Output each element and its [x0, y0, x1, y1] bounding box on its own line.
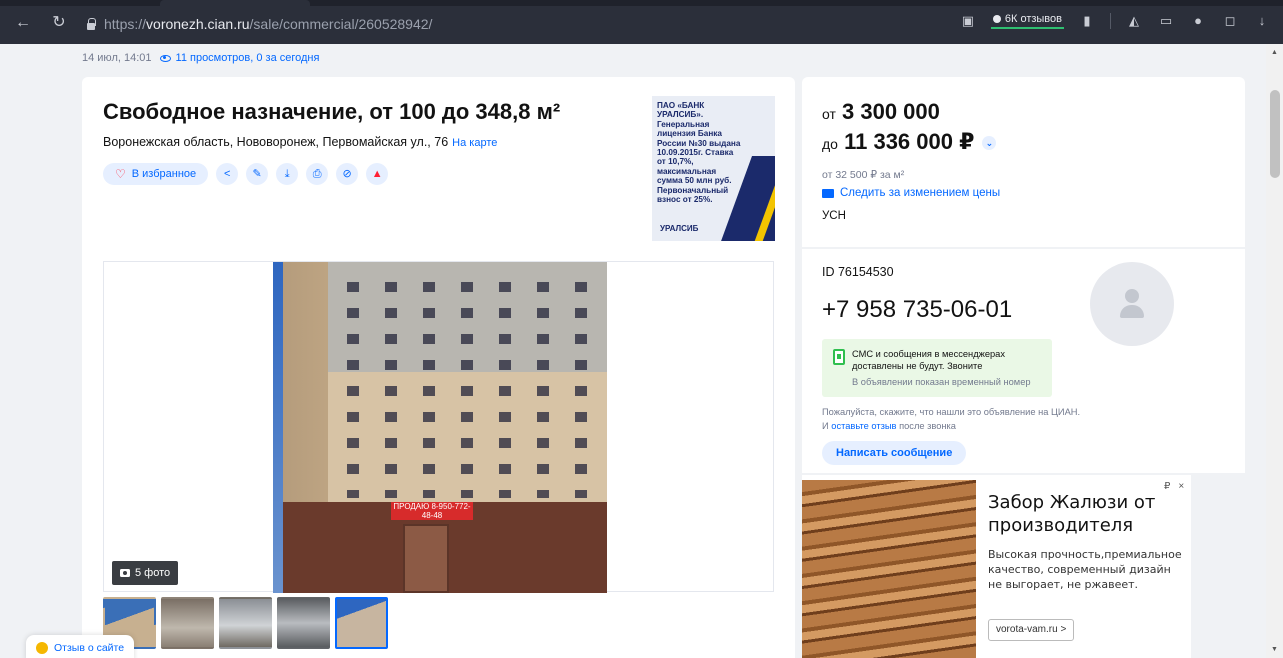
address-bar[interactable]: https://voronezh.cian.ru/sale/commercial… — [86, 14, 432, 34]
heart-icon: ♡ — [115, 167, 126, 181]
profile-icon[interactable]: ◭ — [1125, 12, 1143, 30]
listing-card: Свободное назначение, от 100 до 348,8 м²… — [82, 77, 795, 658]
url-host: voronezh.cian.ru — [146, 16, 250, 32]
thumbnail[interactable] — [161, 597, 214, 649]
thumbnail[interactable] — [219, 597, 272, 649]
download-icon[interactable]: ⤓ — [276, 163, 299, 185]
thumbnail-strip — [103, 597, 388, 649]
map-link[interactable]: На карте — [452, 137, 497, 149]
separator — [1110, 13, 1111, 29]
thumbnail[interactable] — [277, 597, 330, 649]
page-title: Свободное назначение, от 100 до 348,8 м² — [103, 99, 561, 124]
photo-count-button[interactable]: 5 фото — [112, 561, 179, 585]
url-path: /sale/commercial/260528942/ — [249, 16, 433, 32]
price-per-meter: от 32 500 ₽ за м² — [822, 169, 905, 181]
mention-tail: после звонка — [899, 421, 956, 431]
url-prefix: https:// — [104, 16, 147, 32]
reload-icon[interactable]: ↻ — [50, 14, 68, 32]
hide-icon[interactable]: ⊘ — [336, 163, 359, 185]
lock-icon — [86, 18, 96, 30]
agent-id: ID 76154530 — [822, 265, 894, 279]
follow-price-link[interactable]: Следить за изменением цены — [822, 187, 1000, 199]
reader-icon[interactable]: ▭ — [1157, 12, 1175, 30]
reviews-badge[interactable]: 6К отзывов — [990, 13, 1064, 29]
address-text: Воронежская область, Нововоронеж, Первом… — [103, 135, 449, 149]
promo-ad[interactable]: ₽ × Забор Жалюзи от производителя Высокая… — [802, 475, 1191, 658]
extension-icons: ▣ 6К отзывов ▮ ◭ ▭ ● ◻ ↓ — [959, 12, 1271, 30]
edit-icon[interactable]: ✎ — [246, 163, 269, 185]
promo-image[interactable] — [802, 480, 976, 658]
bank-logo: УРАЛСИБ — [660, 224, 699, 233]
avatar-head — [1125, 289, 1139, 303]
reviews-dot-icon — [992, 15, 1001, 23]
views-link[interactable]: 11 просмотров, 0 за сегодня — [159, 52, 320, 64]
browser-toolbar: ← ↻ https://voronezh.cian.ru/sale/commer… — [0, 0, 1283, 44]
avatar-body — [1120, 305, 1144, 318]
downloads-icon[interactable]: ↓ — [1253, 12, 1271, 30]
promo-title[interactable]: Забор Жалюзи от производителя — [988, 491, 1191, 537]
camera-icon — [120, 569, 130, 577]
url-text[interactable]: https://voronezh.cian.ru/sale/commercial… — [104, 16, 432, 32]
promo-site-button[interactable]: vorota-vam.ru > — [988, 619, 1075, 641]
bookmark-icon[interactable]: ▮ — [1078, 12, 1096, 30]
contact-card: ID 76154530 +7 958 735-06-01 СМС и сообщ… — [802, 249, 1245, 473]
address: Воронежская область, Нововоронеж, Первом… — [103, 135, 497, 149]
price-from-prefix: от — [822, 106, 836, 122]
views-count: 11 просмотров, 0 за сегодня — [175, 52, 320, 64]
back-icon[interactable]: ← — [14, 14, 32, 32]
photo-count-label: 5 фото — [135, 567, 171, 579]
sms-notice-text: СМС и сообщения в мессенджерах доставлен… — [852, 349, 1005, 371]
scroll-thumb[interactable] — [1270, 90, 1280, 178]
vpn-icon[interactable]: ● — [1189, 12, 1207, 30]
complaint-icon[interactable]: ▲ — [366, 163, 389, 185]
photo-sale-sign: ПРОДАЮ 8-950-772-48-48 — [391, 502, 473, 520]
photo-windows — [333, 268, 603, 498]
sms-notice-note: В объявлении показан временный номер — [852, 377, 1031, 387]
favorite-label: В избранное — [131, 168, 197, 180]
price-card: от 3 300 000 до 11 336 000 ₽ ⌄ от 32 500 … — [802, 77, 1245, 247]
main-photo[interactable]: ПРОДАЮ 8-950-772-48-48 — [273, 262, 607, 593]
print-icon[interactable]: ⎙ — [306, 163, 329, 185]
page-content: 14 июл, 14:01 11 просмотров, 0 за сегодн… — [0, 44, 1266, 658]
promo-description: Высокая прочность,премиальное качество, … — [988, 548, 1182, 591]
bank-ad-text: ПАО «БАНК УРАЛСИБ». Генеральная лицензия… — [657, 101, 741, 205]
action-bar: ♡ В избранное < ✎ ⤓ ⎙ ⊘ ▲ — [103, 163, 389, 185]
chat-icon[interactable]: ◻ — [1221, 12, 1239, 30]
sms-notice: СМС и сообщения в мессенджерах доставлен… — [822, 339, 1052, 397]
mention-cian-text: Пожалуйста, скажите, что нашли это объяв… — [822, 405, 1082, 433]
price-from: от 3 300 000 — [822, 99, 940, 125]
avatar-icon — [1090, 262, 1174, 346]
mail-icon — [822, 188, 834, 198]
extension-icon[interactable]: ▣ — [959, 12, 977, 30]
price-from-value: 3 300 000 — [842, 99, 940, 124]
scrollbar[interactable]: ▲ ▼ — [1266, 44, 1283, 658]
feedback-label: Отзыв о сайте — [54, 642, 125, 654]
price-to: до 11 336 000 ₽ ⌄ — [822, 129, 997, 155]
tax-system: УСН — [822, 210, 846, 222]
photo-gallery[interactable]: ПРОДАЮ 8-950-772-48-48 5 фото — [103, 261, 774, 593]
publish-date: 14 июл, 14:01 — [82, 52, 152, 64]
share-icon[interactable]: < — [216, 163, 239, 185]
photo-door — [403, 524, 449, 593]
follow-price-label: Следить за изменением цены — [840, 187, 1001, 199]
scroll-up-icon[interactable]: ▲ — [1270, 48, 1279, 57]
feedback-button[interactable]: Отзыв о сайте — [26, 635, 135, 658]
favorite-button[interactable]: ♡ В избранное — [103, 163, 209, 185]
price-to-prefix: до — [822, 136, 838, 152]
thumbnail-active[interactable] — [335, 597, 388, 649]
bank-ad[interactable]: ПАО «БАНК УРАЛСИБ». Генеральная лицензия… — [652, 96, 775, 241]
price-to-value: 11 336 000 ₽ — [844, 129, 975, 154]
eye-icon — [159, 54, 171, 62]
phone-number[interactable]: +7 958 735-06-01 — [822, 296, 1012, 324]
write-message-button[interactable]: Написать сообщение — [822, 441, 967, 465]
leave-review-link[interactable]: оставьте отзыв — [831, 421, 896, 431]
reviews-badge-label: 6К отзывов — [1004, 13, 1062, 25]
scroll-down-icon[interactable]: ▼ — [1270, 645, 1279, 654]
active-tab[interactable] — [160, 0, 310, 6]
listing-meta: 14 июл, 14:01 11 просмотров, 0 за сегодн… — [82, 52, 319, 64]
tab-strip — [0, 0, 1283, 6]
smile-icon — [36, 642, 48, 654]
chevron-down-icon[interactable]: ⌄ — [982, 136, 997, 151]
phone-icon — [833, 349, 845, 365]
